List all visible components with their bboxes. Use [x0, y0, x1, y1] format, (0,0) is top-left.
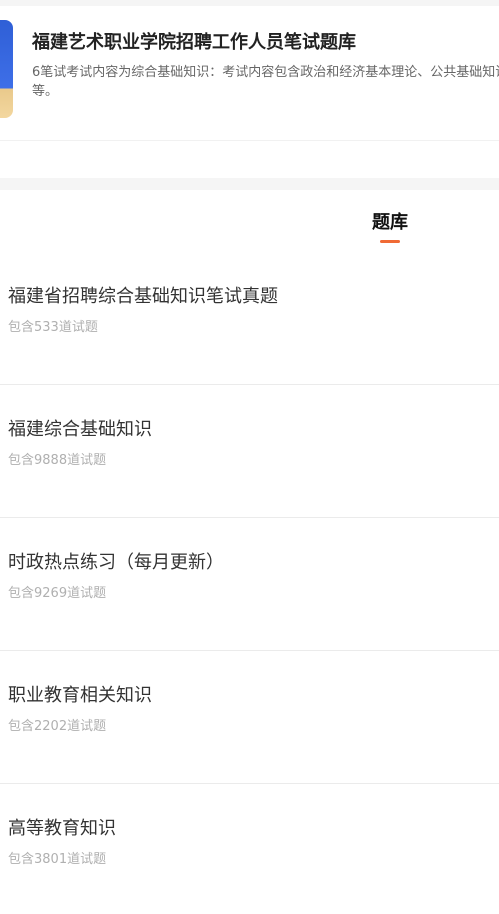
list-item-count: 包含9888道试题	[8, 453, 107, 468]
exam-bank-title: 福建艺术职业学院招聘工作人员笔试题库	[32, 32, 356, 53]
list-item[interactable]: 时政热点练习（每月更新） 包含9269道试题	[0, 518, 499, 651]
tab-question-bank[interactable]: 题库	[360, 208, 420, 234]
list-item[interactable]: 福建综合基础知识 包含9888道试题	[0, 385, 499, 518]
list-item-count: 包含9269道试题	[8, 586, 107, 601]
list-item-title: 福建省招聘综合基础知识笔试真题	[8, 286, 278, 307]
list-item-title: 职业教育相关知识	[8, 685, 152, 706]
list-item-count: 包含533道试题	[8, 320, 98, 335]
list-item-title: 时政热点练习（每月更新）	[8, 552, 224, 573]
section-gap	[0, 178, 499, 190]
divider	[0, 140, 499, 141]
active-tab-indicator	[380, 240, 400, 243]
list-item-title: 高等教育知识	[8, 818, 116, 839]
list-item[interactable]: 职业教育相关知识 包含2202道试题	[0, 651, 499, 784]
list-item[interactable]: 福建省招聘综合基础知识笔试真题 包含533道试题	[0, 252, 499, 385]
question-bank-list: 福建省招聘综合基础知识笔试真题 包含533道试题 福建综合基础知识 包含9888…	[0, 252, 499, 914]
page: 福建艺术职业学院招聘工作人员笔试题库 6笔试考试内容为综合基础知识：考试内容包含…	[0, 0, 499, 914]
list-item[interactable]: 高等教育知识 包含3801道试题	[0, 784, 499, 914]
book-cover-image	[0, 20, 13, 118]
exam-bank-description: 6笔试考试内容为综合基础知识：考试内容包含政治和经济基本理论、公共基础知识、省情…	[32, 65, 499, 99]
list-item-title: 福建综合基础知识	[8, 419, 152, 440]
exam-bank-header: 福建艺术职业学院招聘工作人员笔试题库 6笔试考试内容为综合基础知识：考试内容包含…	[0, 6, 499, 140]
tab-bar: 题库	[0, 190, 499, 248]
list-item-count: 包含2202道试题	[8, 719, 107, 734]
list-item-count: 包含3801道试题	[8, 852, 107, 867]
